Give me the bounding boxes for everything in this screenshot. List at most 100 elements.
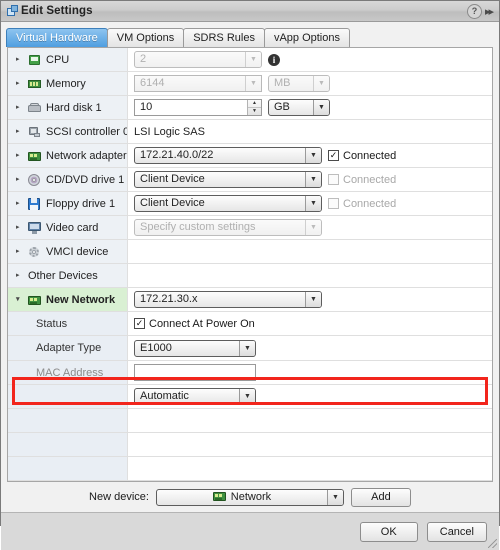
add-device-button[interactable]: Add: [350, 487, 411, 507]
device-row-new-network[interactable]: ▾ New Network 172.21.30.x ▼: [8, 288, 492, 312]
expand-chevron-icon[interactable]: ▸▸: [485, 5, 495, 18]
device-label-scsi-controller-0: ▸ SCSI controller 0: [8, 120, 128, 143]
device-name: SCSI controller 0: [46, 125, 128, 138]
chevron-down-icon: ▼: [305, 292, 321, 307]
cpu-count-dropdown[interactable]: 2 ▼: [134, 51, 262, 68]
memory-unit-dropdown[interactable]: MB ▼: [268, 75, 330, 92]
device-row-network-adapter-1[interactable]: ▸ Network adapter 1 172.21.40.0/22 ▼ ✓ C…: [8, 144, 492, 168]
device-label-hard-disk-1: ▸ Hard disk 1: [8, 96, 128, 119]
adapter-type-dropdown[interactable]: E1000 ▼: [134, 339, 256, 357]
connect-at-power-on-checkbox[interactable]: ✓ Connect At Power On: [134, 318, 255, 330]
device-label-other-devices: ▸ Other Devices: [8, 264, 128, 287]
ok-button[interactable]: OK: [359, 521, 418, 542]
new-device-value-text: Network: [230, 490, 272, 503]
device-control-network-adapter-1: 172.21.40.0/22 ▼ ✓ Connected: [128, 144, 492, 167]
expander-icon[interactable]: ▸: [16, 200, 25, 207]
cddvd-icon: [28, 173, 41, 186]
device-label-cddvd-drive-1: ▸ CD/DVD drive 1: [8, 168, 128, 191]
chevron-down-icon: ▼: [239, 340, 255, 356]
device-label-memory: ▸ Memory: [8, 72, 128, 95]
stepper-down-icon[interactable]: ▼: [248, 108, 261, 115]
mac-mode-value: Automatic: [140, 390, 189, 402]
filler-row: [8, 457, 492, 481]
device-name: Memory: [46, 77, 86, 90]
device-label-floppy-drive-1: ▸ Floppy drive 1: [8, 192, 128, 215]
device-row-scsi-controller-0[interactable]: ▸ SCSI controller 0 LSI Logic SAS: [8, 120, 492, 144]
chevron-down-icon: ▼: [239, 389, 255, 404]
cddvd-drive-1-connected-checkbox[interactable]: Connected: [328, 174, 396, 186]
floppy-drive-1-dropdown[interactable]: Client Device ▼: [134, 195, 322, 212]
filler-label: [8, 457, 128, 480]
device-row-memory[interactable]: ▸ Memory 6144 ▼ MB ▼: [8, 72, 492, 96]
device-control-floppy-drive-1: Client Device ▼ Connected: [128, 192, 492, 215]
chevron-down-icon: ▼: [305, 196, 321, 211]
memory-size-field[interactable]: 6144 ▼: [134, 75, 262, 92]
dialog-footer: OK Cancel: [1, 512, 499, 550]
mac-address-input[interactable]: [134, 364, 256, 381]
expander-icon[interactable]: ▸: [16, 224, 25, 231]
new-network-label-mac-mode: [8, 385, 128, 408]
device-row-hard-disk-1[interactable]: ▸ Hard disk 1 10 ▲ ▼ GB ▼: [8, 96, 492, 120]
scsi-controller-value: LSI Logic SAS: [134, 125, 205, 138]
device-label-video-card: ▸ Video card: [8, 216, 128, 239]
checkbox-box: [328, 198, 339, 209]
memory-icon: [28, 78, 41, 90]
filler-label: [8, 433, 128, 456]
device-panel-wrapper: ▸ CPU 2 ▼ i ▸ Memory 6144 ▼ MB ▼ ▸ Hard …: [1, 47, 499, 482]
disk-size-input[interactable]: 10 ▲ ▼: [134, 99, 262, 116]
disk-unit-dropdown[interactable]: GB ▼: [268, 99, 330, 116]
new-network-control-mac-address: [128, 361, 492, 384]
checkbox-label: Connect At Power On: [149, 317, 255, 330]
new-network-label-status: Status: [8, 312, 128, 335]
window-title: Edit Settings: [21, 5, 93, 17]
expander-icon[interactable]: ▸: [16, 152, 25, 159]
cpu-count-value: 2: [140, 53, 147, 65]
device-row-floppy-drive-1[interactable]: ▸ Floppy drive 1 Client Device ▼ Connect…: [8, 192, 492, 216]
info-icon[interactable]: i: [268, 53, 280, 66]
cddvd-drive-1-dropdown[interactable]: Client Device ▼: [134, 171, 322, 188]
network-adapter-1-dropdown[interactable]: 172.21.40.0/22 ▼: [134, 147, 322, 164]
device-row-cddvd-drive-1[interactable]: ▸ CD/DVD drive 1 Client Device ▼ Connect…: [8, 168, 492, 192]
device-row-cpu[interactable]: ▸ CPU 2 ▼ i: [8, 48, 492, 72]
mac-mode-dropdown[interactable]: Automatic ▼: [134, 388, 256, 405]
device-name: Network adapter 1: [46, 149, 128, 162]
new-device-dropdown[interactable]: Network ▼: [155, 488, 344, 506]
device-row-vmci-device[interactable]: ▸ VMCI device: [8, 240, 492, 264]
disk-size-stepper[interactable]: ▲ ▼: [247, 100, 261, 115]
device-row-video-card[interactable]: ▸ Video card Specify custom settings ▼: [8, 216, 492, 240]
expander-icon[interactable]: ▸: [16, 104, 25, 111]
checkbox-box: [328, 174, 339, 185]
floppy-drive-1-connected-checkbox[interactable]: Connected: [328, 198, 396, 210]
cddvd-drive-1-value: Client Device: [140, 173, 205, 185]
help-icon[interactable]: ?: [466, 3, 482, 19]
video-card-dropdown[interactable]: Specify custom settings ▼: [134, 219, 322, 236]
new-network-row-status: Status ✓ Connect At Power On: [8, 312, 492, 336]
expander-icon[interactable]: ▸: [16, 56, 25, 63]
expander-icon[interactable]: ▸: [16, 80, 25, 87]
filler-label: [8, 409, 128, 432]
new-network-dropdown[interactable]: 172.21.30.x ▼: [134, 291, 322, 308]
network-adapter-1-connected-checkbox[interactable]: ✓ Connected: [328, 150, 396, 162]
expander-icon[interactable]: ▸: [16, 248, 25, 255]
vm-window-icon: [7, 5, 19, 17]
expander-icon[interactable]: ▸: [16, 272, 25, 279]
expander-icon[interactable]: ▸: [16, 176, 25, 183]
tab-vapp-options[interactable]: vApp Options: [263, 28, 350, 47]
device-label-network-adapter-1: ▸ Network adapter 1: [8, 144, 128, 167]
stepper-up-icon[interactable]: ▲: [248, 100, 261, 108]
collapse-icon[interactable]: ▾: [16, 296, 25, 303]
cancel-button[interactable]: Cancel: [426, 521, 487, 542]
tab-vm-options[interactable]: VM Options: [106, 28, 185, 47]
network-adapter-1-value: 172.21.40.0/22: [140, 149, 214, 161]
device-row-other-devices[interactable]: ▸ Other Devices: [8, 264, 492, 288]
expander-icon[interactable]: ▸: [16, 128, 25, 135]
chevron-down-icon: ▼: [313, 100, 329, 115]
disk-size-value: 10: [140, 101, 153, 113]
floppy-icon: [28, 197, 41, 210]
tab-virtual-hardware[interactable]: Virtual Hardware: [6, 28, 108, 47]
resize-grip-icon[interactable]: [488, 539, 497, 548]
tab-sdrs-rules[interactable]: SDRS Rules: [183, 28, 265, 47]
new-device-label: New device:: [89, 491, 149, 503]
checkbox-box: ✓: [134, 318, 145, 329]
checkbox-label: Connected: [343, 197, 397, 210]
